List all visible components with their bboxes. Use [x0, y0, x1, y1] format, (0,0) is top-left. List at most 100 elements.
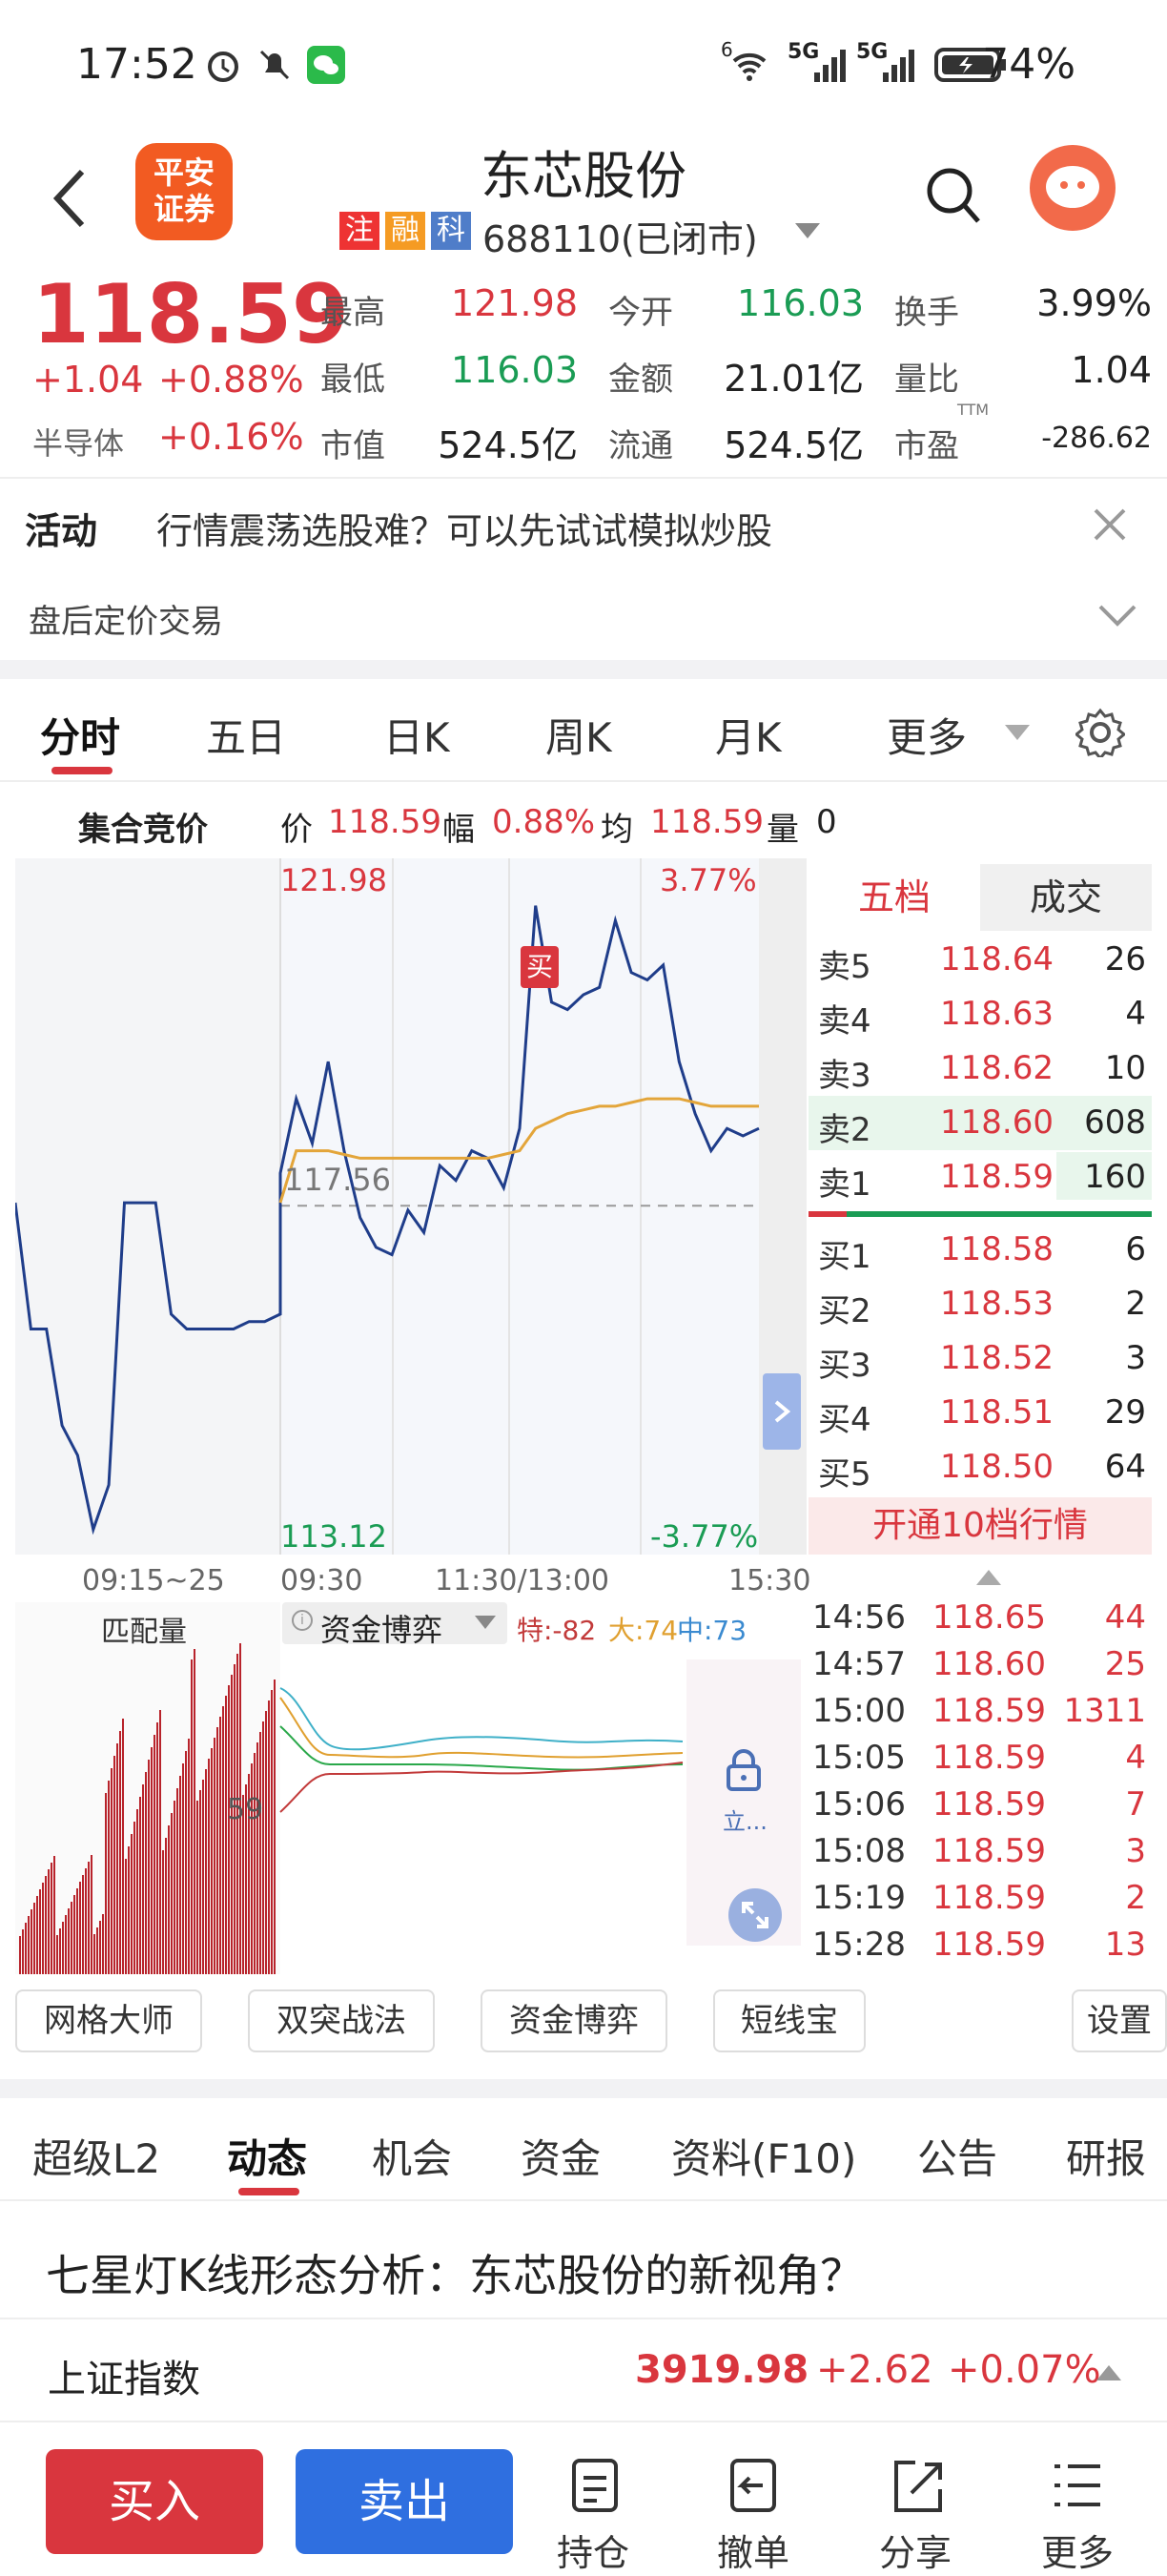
capital-game-indicator[interactable]: 匹配量 i 资金博弈 特:-82 大:74 中:73 59 立...: [15, 1602, 807, 1974]
ask-level-label: 卖3: [818, 1057, 871, 1095]
match-volume-bar: [271, 1690, 273, 1974]
match-volume-bar: [225, 1696, 227, 1974]
match-volume-bar: [262, 1721, 264, 1974]
chevron-down-icon[interactable]: [1098, 605, 1136, 628]
tool-short-line[interactable]: 短线宝: [713, 1989, 866, 2052]
match-volume-value: 59: [227, 1793, 264, 1826]
intraday-chart[interactable]: 121.98 3.77% 117.56 113.12 -3.77% 买: [13, 858, 807, 1555]
tool-settings[interactable]: 设置: [1072, 1989, 1167, 2052]
index-ticker[interactable]: 上证指数 3919.98 +2.62 +0.07%: [0, 2318, 1167, 2422]
unlock-label[interactable]: 立...: [723, 1803, 768, 1836]
more-button[interactable]: 更多: [1020, 2451, 1135, 2574]
match-volume-bar: [111, 1768, 113, 1974]
chevron-up-icon[interactable]: [976, 1568, 1001, 1585]
bid-row[interactable]: 买2 118.53 2: [809, 1277, 1152, 1331]
ask-row[interactable]: 卖2 118.60 608: [809, 1096, 1152, 1150]
cancel-order-button[interactable]: 撤单: [696, 2451, 810, 2574]
expand-orderbook-button[interactable]: [763, 1373, 801, 1450]
bid-row[interactable]: 买1 118.58 6: [809, 1223, 1152, 1277]
ask-row[interactable]: 卖4 118.63 4: [809, 987, 1152, 1041]
section-super-l2[interactable]: 超级L2: [32, 2127, 160, 2185]
close-icon[interactable]: [1093, 507, 1127, 542]
section-f10[interactable]: 资料(F10): [671, 2127, 856, 2185]
trade-price: 118.59: [932, 1785, 1046, 1824]
share-button[interactable]: 分享: [858, 2451, 972, 2574]
trade-row: 15:05 118.59 4: [809, 1735, 1152, 1782]
match-volume-bar: [19, 1936, 21, 1974]
match-volume-bar: [211, 1748, 213, 1974]
lock-icon[interactable]: [725, 1747, 763, 1791]
match-volume-bar: [202, 1780, 204, 1974]
tool-grid-master[interactable]: 网格大师: [15, 1989, 202, 2052]
search-icon[interactable]: [925, 166, 982, 227]
buy-button[interactable]: 买入: [46, 2449, 263, 2554]
match-volume-bar: [179, 1776, 181, 1974]
ask-price: 118.64: [940, 940, 1054, 979]
bid-volume: 29: [1104, 1393, 1146, 1432]
trade-volume: 13: [1104, 1926, 1146, 1964]
sell-button[interactable]: 卖出: [296, 2449, 513, 2554]
activity-text[interactable]: 行情震荡选股难？可以先试试模拟炒股: [156, 502, 772, 554]
upgrade-level10-button[interactable]: 开通10档行情: [809, 1497, 1152, 1555]
holdings-button[interactable]: 持仓: [536, 2451, 650, 2574]
chevron-up-icon[interactable]: [1096, 2363, 1121, 2380]
indicator-selector[interactable]: i 资金博弈: [282, 1602, 507, 1648]
stock-code-status[interactable]: 688110(已闭市): [482, 210, 758, 262]
activity-banner[interactable]: 活动 行情震荡选股难？可以先试试模拟炒股: [0, 477, 1167, 572]
alarm-icon: [208, 52, 238, 82]
index-value: 3919.98: [635, 2348, 809, 2392]
match-volume-bar: [222, 1706, 224, 1974]
trade-row: 15:00 118.59 1311: [809, 1688, 1152, 1735]
chevron-down-icon[interactable]: [1005, 725, 1030, 742]
section-opportunity[interactable]: 机会: [372, 2127, 452, 2185]
section-announcements[interactable]: 公告: [917, 2127, 997, 2185]
signal-icon: [814, 50, 846, 82]
settings-gear-icon[interactable]: [1075, 708, 1125, 757]
indicator-name: 资金博弈: [320, 1612, 443, 1648]
tag-registration: 注: [339, 212, 379, 250]
trade-volume: 44: [1104, 1598, 1146, 1637]
match-volume-bar: [62, 1922, 64, 1974]
tab-five-levels[interactable]: 五档: [809, 864, 980, 931]
ask-row[interactable]: 卖3 118.62 10: [809, 1041, 1152, 1096]
fullscreen-button[interactable]: [728, 1888, 782, 1942]
ask-row[interactable]: 卖1 118.59 160: [809, 1150, 1152, 1205]
section-research[interactable]: 研报: [1066, 2127, 1146, 2185]
match-volume-bar: [65, 1915, 67, 1974]
news-title[interactable]: 七星灯K线形态分析：东芯股份的新视角？: [46, 2241, 864, 2304]
tab-intraday[interactable]: 分时: [40, 706, 120, 764]
price-label: 价: [280, 811, 313, 849]
bid-row[interactable]: 买5 118.50 64: [809, 1440, 1152, 1494]
section-capital[interactable]: 资金: [521, 2127, 601, 2185]
low-value: 116.03: [451, 349, 578, 391]
bid-row[interactable]: 买4 118.51 29: [809, 1386, 1152, 1440]
trade-price: 118.65: [932, 1598, 1046, 1637]
buy-marker[interactable]: 买: [521, 946, 559, 988]
sector-name[interactable]: 半导体: [32, 420, 124, 464]
tab-weekly-k[interactable]: 周K: [545, 706, 612, 764]
volume-value: 0: [816, 803, 837, 841]
tool-buttons: 网格大师 双突战法 资金博弈 短线宝 设置: [0, 1989, 1167, 2070]
tab-daily-k[interactable]: 日K: [383, 706, 450, 764]
info-icon[interactable]: i: [292, 1610, 313, 1631]
clock: 17:52: [76, 40, 197, 89]
trade-time: 15:06: [812, 1785, 906, 1824]
section-news[interactable]: 动态: [227, 2127, 307, 2185]
avatar[interactable]: [1030, 145, 1116, 231]
tab-more[interactable]: 更多: [887, 706, 967, 764]
tab-trades[interactable]: 成交: [980, 864, 1152, 931]
trade-price: 118.59: [932, 1832, 1046, 1870]
tab-five-day[interactable]: 五日: [206, 706, 286, 764]
tool-double-breakout[interactable]: 双突战法: [248, 1989, 435, 2052]
bid-row[interactable]: 买3 118.52 3: [809, 1331, 1152, 1386]
ask-price: 118.62: [940, 1049, 1054, 1087]
news-item[interactable]: 七星灯K线形态分析：东芯股份的新视角？: [0, 2213, 1167, 2318]
pe-ttm-sup: TTM: [957, 401, 990, 419]
intraday-chart-svg[interactable]: [13, 858, 807, 1555]
tool-capital-game[interactable]: 资金博弈: [481, 1989, 667, 2052]
chevron-down-icon[interactable]: [795, 223, 820, 240]
volume-ratio-value: 1.04: [1071, 349, 1152, 391]
after-hours-row[interactable]: 盘后定价交易: [0, 572, 1167, 660]
ask-row[interactable]: 卖5 118.64 26: [809, 933, 1152, 987]
tab-monthly-k[interactable]: 月K: [715, 706, 782, 764]
